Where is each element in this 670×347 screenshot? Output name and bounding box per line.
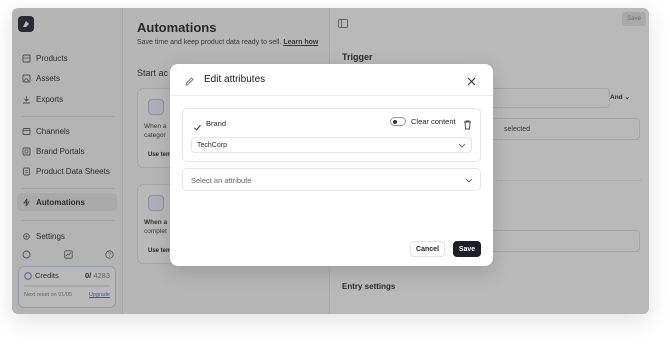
check-icon [193,119,202,131]
modal-title: Edit attributes [204,74,266,85]
cancel-button[interactable]: Cancel [410,241,445,257]
trash-icon[interactable] [463,117,472,130]
close-icon[interactable] [466,74,477,86]
chevron-down-icon [458,143,466,148]
chevron-down-icon [465,178,473,183]
clear-content-toggle[interactable] [390,117,406,126]
pencil-icon [184,74,195,86]
select-attribute-dropdown[interactable]: Select an attribute [182,168,481,191]
attribute-value: TechCorp [197,142,227,149]
select-attribute-placeholder: Select an attribute [191,176,252,185]
save-button[interactable]: Save [453,241,481,257]
attribute-value-select[interactable]: TechCorp [191,137,472,153]
attribute-row: Brand Clear content TechCorp [182,108,481,162]
modal-header: Edit attributes [170,64,493,96]
clear-content-label: Clear content [411,117,456,126]
attribute-name: Brand [206,119,227,128]
edit-attributes-modal: Edit attributes Brand Clear content Tech… [170,64,493,266]
